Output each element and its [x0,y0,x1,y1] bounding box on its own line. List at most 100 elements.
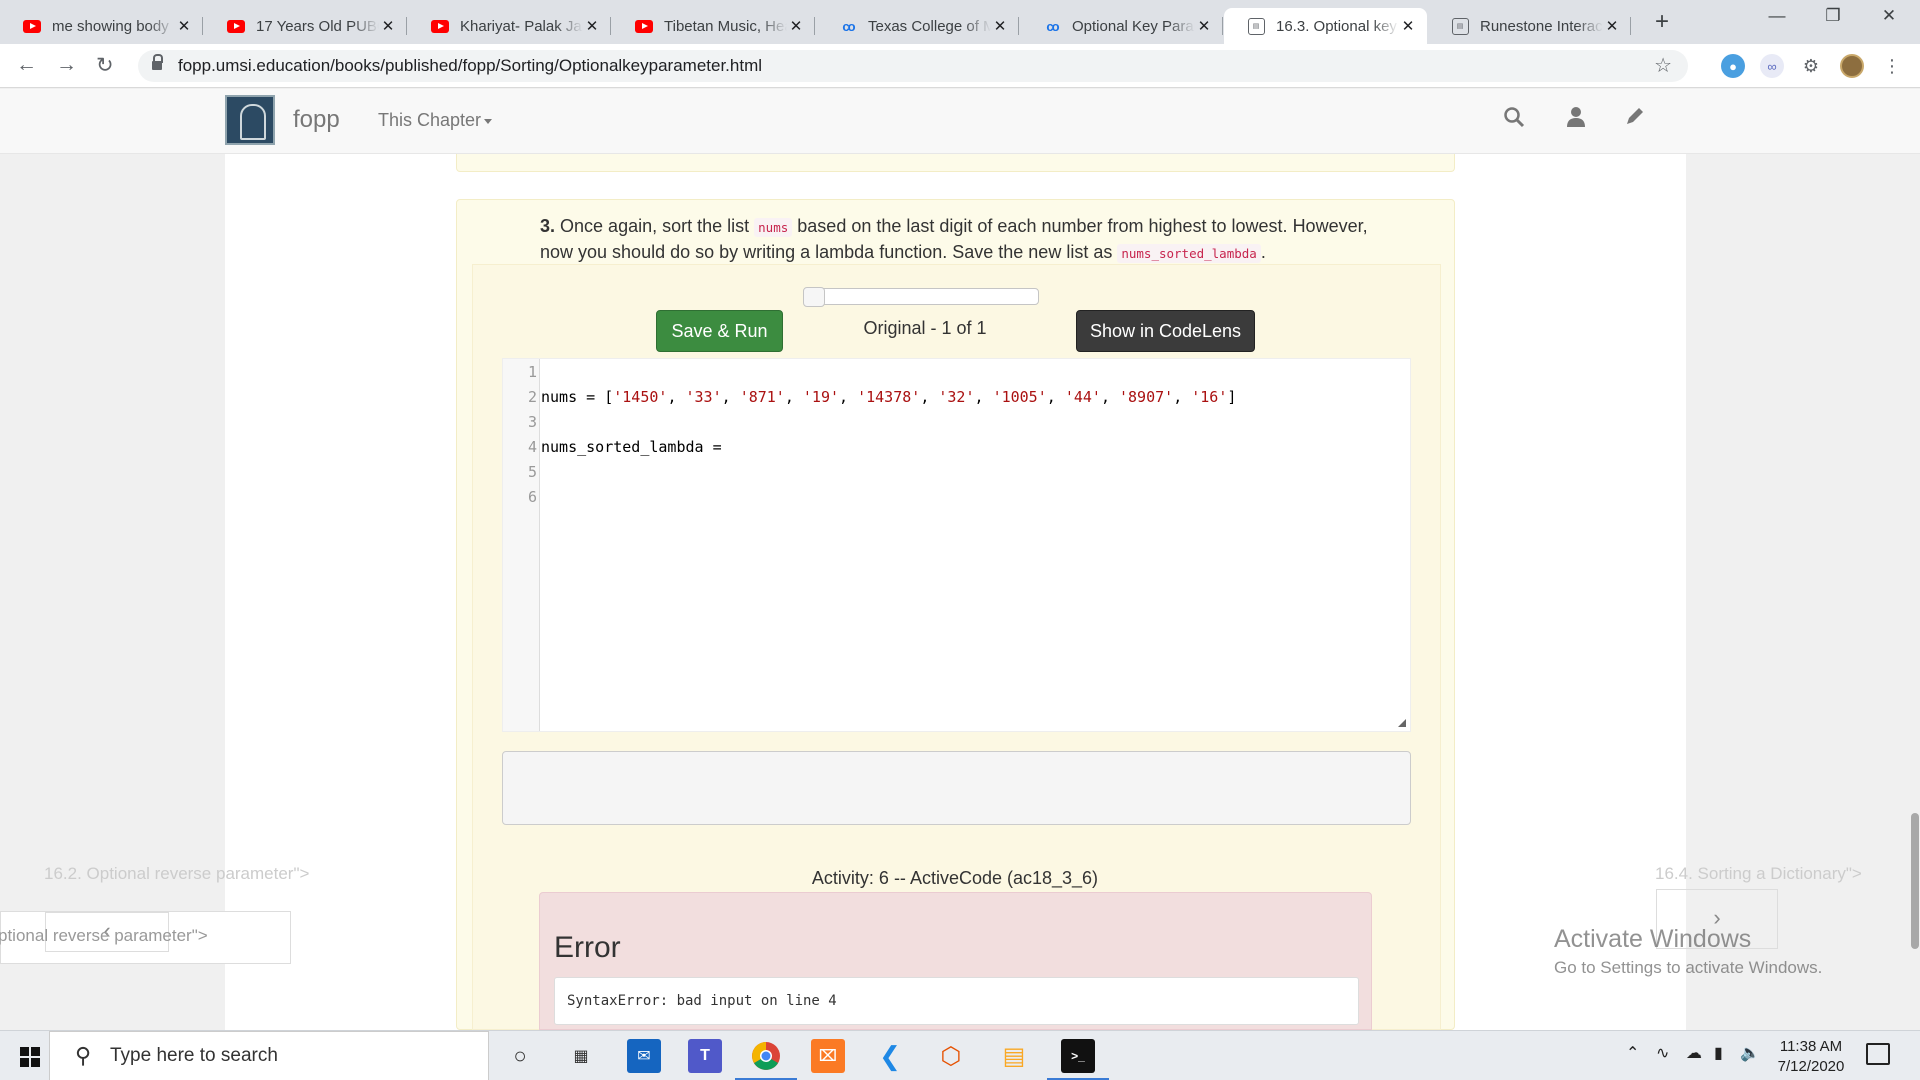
tab-close-icon[interactable]: ✕ [787,17,805,35]
code-line[interactable]: 2 nums = ['1450', '33', '871', '19', '143… [503,385,1412,410]
cortana-icon[interactable]: ○ [503,1039,537,1073]
reload-icon[interactable]: ↻ [96,53,114,78]
code-editor[interactable]: 1 2 nums = ['1450', '33', '871', '19', '14… [502,358,1411,732]
browser-tab[interactable]: ▤ Runestone Interacti ✕ [1428,8,1631,44]
coursera-icon: co [1046,18,1059,34]
browser-tab[interactable]: me showing body ✕ [0,8,203,44]
extensions-puzzle-icon[interactable]: ⚙ [1799,54,1823,78]
tab-title: me showing body [52,17,169,35]
show-in-codelens-button[interactable]: Show in CodeLens [1076,310,1255,352]
code-line[interactable]: 6 [503,485,1412,510]
browser-tab[interactable]: Tibetan Music, Heal ✕ [612,8,815,44]
windows-taskbar: ⚲ Type here to search ○ ▦ ✉ T ⌧ ❮ ⬡ ▤ >_… [0,1030,1920,1080]
lock-icon [152,54,163,71]
menu-kebab-icon[interactable]: ⋮ [1880,54,1904,78]
line-number: 5 [527,463,537,481]
browser-tab[interactable]: ▤ 16.3. Optional key ✕ [1224,8,1427,44]
runestone-icon: ▤ [1246,16,1266,36]
address-bar[interactable]: fopp.umsi.education/books/published/fopp… [138,50,1688,82]
tab-close-icon[interactable]: ✕ [379,17,397,35]
battery-icon[interactable]: ▮ [1714,1043,1723,1063]
search-icon[interactable] [1503,106,1525,134]
resize-handle-icon[interactable] [1398,719,1406,727]
onedrive-icon[interactable]: ☁ [1686,1043,1702,1063]
profile-avatar[interactable] [1840,54,1864,78]
vscode-icon[interactable]: ❮ [873,1039,907,1073]
file-explorer-icon[interactable]: ▤ [997,1039,1031,1073]
browser-tab[interactable]: Khariyat- Palak Jain ✕ [408,8,611,44]
chrome-icon[interactable] [735,1039,797,1080]
close-window-button[interactable]: ✕ [1866,6,1912,26]
back-arrow-icon[interactable]: ← [16,53,37,77]
next-page-link-text[interactable]: 16.4. Sorting a Dictionary"> [1655,864,1862,884]
tab-separator [202,17,203,35]
line-number: 4 [527,438,537,456]
coursera-icon: co [842,18,855,34]
scrollbar-thumb[interactable] [1911,813,1919,949]
notification-center-icon[interactable] [1866,1043,1890,1065]
output-panel [502,751,1411,825]
user-icon[interactable] [1565,106,1587,134]
browser-tab[interactable]: co Texas College of Ma ✕ [816,8,1019,44]
tray-chevron-up-icon[interactable]: ⌃ [1626,1043,1639,1063]
tab-title: Texas College of Ma [868,17,991,35]
book-logo[interactable] [225,95,275,145]
tab-close-icon[interactable]: ✕ [583,17,601,35]
volume-icon[interactable]: 🔈 [1740,1043,1760,1063]
restore-button[interactable]: ❐ [1810,6,1856,26]
slider-handle[interactable] [803,287,825,307]
taskbar-search-box[interactable]: ⚲ Type here to search [49,1031,489,1080]
browser-tab[interactable]: co Optional Key Param ✕ [1020,8,1223,44]
minimize-button[interactable]: — [1754,6,1800,26]
this-chapter-label: This Chapter [378,110,482,130]
activate-windows-watermark: Activate Windows Go to Settings to activ… [1554,925,1822,978]
tab-close-icon[interactable]: ✕ [175,17,193,35]
package-box-icon[interactable]: ⬡ [934,1039,968,1073]
tab-close-icon[interactable]: ✕ [1399,17,1417,35]
save-and-run-button[interactable]: Save & Run [656,310,783,352]
wifi-icon[interactable]: ∿ [1656,1043,1669,1063]
pencil-edit-icon[interactable] [1623,106,1645,134]
watermark-title: Activate Windows [1554,925,1752,953]
tab-separator [814,17,815,35]
tab-title: Khariyat- Palak Jain [460,17,583,35]
windows-start-icon[interactable] [20,1047,40,1067]
version-slider[interactable] [803,287,1039,307]
code-line[interactable]: 1 [503,360,1412,385]
youtube-icon [22,16,42,36]
forward-arrow-icon[interactable]: → [56,53,77,77]
error-title: Error [554,931,621,964]
prev-page-link-text[interactable]: 16.2. Optional reverse parameter"> [44,864,309,884]
runestone-icon: ▤ [1450,16,1470,36]
code-line[interactable]: 5 [503,460,1412,485]
this-chapter-dropdown[interactable]: This Chapter [378,110,493,131]
previous-question-card [456,154,1455,172]
new-tab-button[interactable]: + [1655,8,1669,36]
mail-icon[interactable]: ✉ [627,1039,661,1073]
taskbar-clock[interactable]: 11:38 AM 7/12/2020 [1766,1037,1856,1077]
browser-tab[interactable]: 17 Years Old PUBG ✕ [204,8,407,44]
tab-close-icon[interactable]: ✕ [1195,17,1213,35]
prev-page-button[interactable]: ‹ ptional reverse parameter"> [0,911,291,964]
var-nums: nums [754,218,793,237]
version-label: Original - 1 of 1 [863,318,987,338]
code-text: nums = ['1450', '33', '871', '19', '1437… [541,388,1237,406]
brand-link[interactable]: fopp [293,106,340,134]
extension-search-icon[interactable]: ● [1721,54,1745,78]
terminal-icon[interactable]: >_ [1047,1039,1109,1080]
extension-glasses-icon[interactable]: ∞ [1760,54,1784,78]
task-view-icon[interactable]: ▦ [564,1039,598,1073]
error-message: SyntaxError: bad input on line 4 [554,977,1359,1025]
code-line[interactable]: 3 [503,410,1412,435]
tab-close-icon[interactable]: ✕ [991,17,1009,35]
activity-label: Activity: 6 -- ActiveCode (ac18_3_6) [811,868,1099,888]
xampp-icon[interactable]: ⌧ [811,1039,845,1073]
teams-icon[interactable]: T [688,1039,722,1073]
tab-separator [1018,17,1019,35]
question-number: 3. [540,216,556,236]
code-line[interactable]: 4 nums_sorted_lambda = [503,435,1412,460]
tab-strip: me showing body ✕ 17 Years Old PUBG ✕ Khariy… [0,0,1920,44]
browser-toolbar: ← → ↻ fopp.umsi.education/books/publishe… [0,44,1920,88]
bookmark-star-icon[interactable]: ☆ [1654,50,1672,82]
tab-close-icon[interactable]: ✕ [1603,17,1621,35]
